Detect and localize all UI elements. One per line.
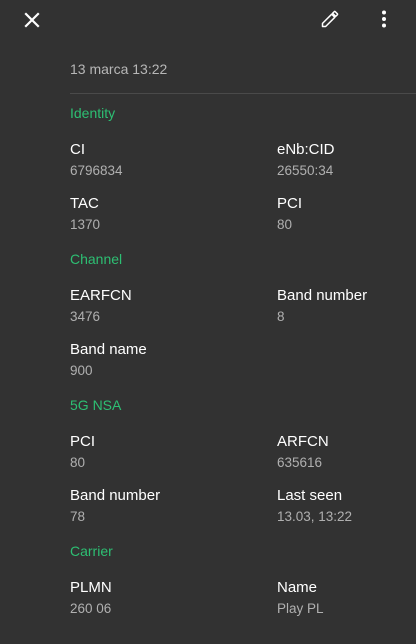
- section-title-5g-nsa: 5G NSA: [70, 397, 122, 413]
- close-button[interactable]: [16, 4, 48, 36]
- field-carrier-name: Name Play PL: [277, 579, 324, 617]
- field-enb-cid: eNb:CID 26550:34: [277, 141, 335, 179]
- field-plmn: PLMN 260 06: [70, 579, 112, 617]
- field-label: Band number: [70, 487, 161, 504]
- field-value: 3476: [70, 309, 101, 324]
- field-band-number: Band number 8: [277, 287, 367, 325]
- field-value: 1370: [70, 217, 101, 232]
- field-value: 900: [70, 363, 93, 378]
- field-value: 6796834: [70, 163, 123, 178]
- more-vert-icon: [382, 10, 386, 28]
- field-value: 80: [277, 217, 293, 232]
- field-pci: PCI 80: [277, 195, 302, 233]
- section-title-channel: Channel: [70, 251, 123, 267]
- field-value: 78: [70, 509, 86, 524]
- field-arfcn: ARFCN 635616: [277, 433, 329, 471]
- field-label: Band name: [70, 341, 147, 358]
- field-value: 635616: [277, 455, 323, 470]
- field-value: 260 06: [70, 601, 112, 616]
- field-label: EARFCN: [70, 287, 132, 304]
- field-label: Name: [277, 579, 318, 596]
- timestamp: 13 marca 13:22: [70, 61, 168, 77]
- field-tac: TAC 1370: [70, 195, 100, 233]
- field-nsa-pci: PCI 80: [70, 433, 95, 471]
- field-last-seen: Last seen 13.03, 13:22: [277, 487, 352, 525]
- edit-button[interactable]: [314, 3, 346, 35]
- field-label: Last seen: [277, 487, 343, 504]
- top-app-bar: [0, 0, 416, 40]
- field-label: PCI: [277, 195, 303, 212]
- field-label: Band number: [277, 287, 368, 304]
- field-label: PLMN: [70, 579, 112, 596]
- field-value: 80: [70, 455, 86, 470]
- field-label: ARFCN: [277, 433, 329, 450]
- field-earfcn: EARFCN 3476: [70, 287, 132, 325]
- field-label: PCI: [70, 433, 96, 450]
- section-title-identity: Identity: [70, 105, 116, 121]
- field-label: eNb:CID: [277, 141, 335, 158]
- field-label: CI: [70, 141, 85, 158]
- field-value: Play PL: [277, 601, 324, 616]
- close-icon: [24, 12, 40, 28]
- field-nsa-band-number: Band number 78: [70, 487, 160, 525]
- field-value: 26550:34: [277, 163, 334, 178]
- section-title-carrier: Carrier: [70, 543, 113, 559]
- field-band-name: Band name 900: [70, 341, 147, 379]
- more-options-button[interactable]: [372, 3, 396, 35]
- pencil-icon: [321, 10, 339, 28]
- field-value: 8: [277, 309, 285, 324]
- divider: [70, 93, 416, 94]
- field-value: 13.03, 13:22: [277, 509, 353, 524]
- field-ci: CI 6796834: [70, 141, 123, 179]
- field-label: TAC: [70, 195, 99, 212]
